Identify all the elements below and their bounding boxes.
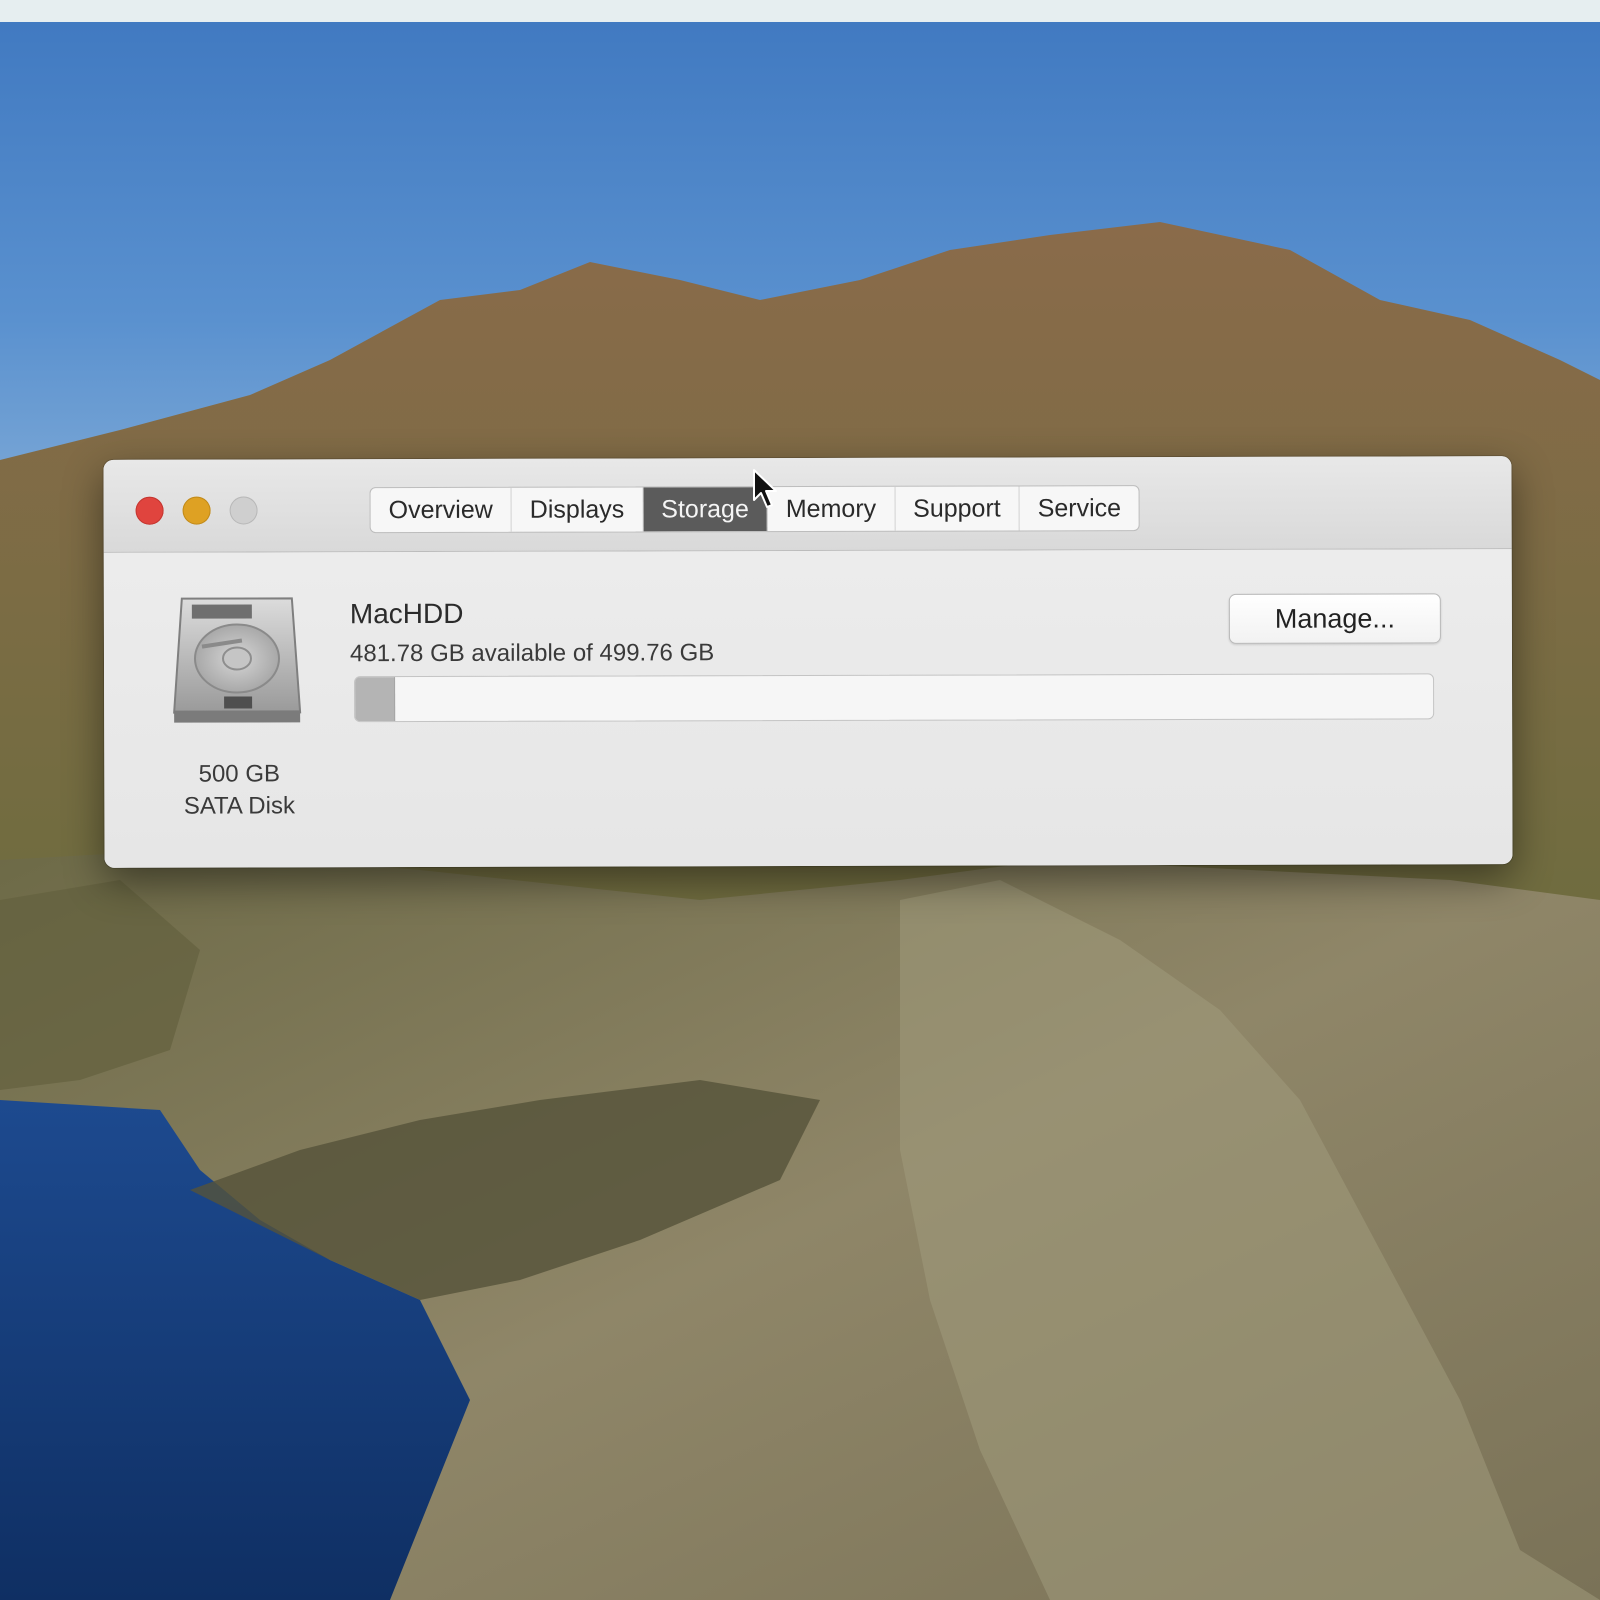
tab-support[interactable]: Support bbox=[895, 486, 1020, 531]
minimize-icon[interactable] bbox=[182, 496, 211, 525]
window-titlebar[interactable]: Overview Displays Storage Memory Support… bbox=[103, 456, 1512, 553]
volume-available-text: 481.78 GB available of 499.76 GB bbox=[349, 639, 715, 668]
tab-overview[interactable]: Overview bbox=[370, 487, 512, 533]
close-icon[interactable] bbox=[135, 496, 164, 525]
tab-displays[interactable]: Displays bbox=[511, 487, 644, 532]
disk-capacity: 500 GB bbox=[198, 760, 281, 788]
volume-name: MacHDD bbox=[349, 597, 464, 630]
manage-button[interactable]: Manage... bbox=[1228, 593, 1441, 644]
disk-size-label: 500 GB SATA Disk bbox=[144, 758, 334, 822]
about-this-mac-window: Overview Displays Storage Memory Support… bbox=[103, 456, 1513, 868]
tab-service[interactable]: Service bbox=[1020, 486, 1139, 530]
storage-usage-fill bbox=[355, 677, 395, 722]
tab-memory[interactable]: Memory bbox=[767, 486, 896, 532]
hard-disk-icon bbox=[173, 597, 302, 723]
tab-storage[interactable]: Storage bbox=[643, 487, 768, 532]
pointer-cursor-icon bbox=[753, 469, 777, 508]
storage-usage-bar bbox=[354, 673, 1435, 723]
disk-type: SATA Disk bbox=[183, 792, 295, 820]
storage-panel: 500 GB SATA Disk MacHDD 481.78 GB availa… bbox=[103, 549, 1513, 868]
zoom-icon[interactable] bbox=[229, 496, 258, 525]
